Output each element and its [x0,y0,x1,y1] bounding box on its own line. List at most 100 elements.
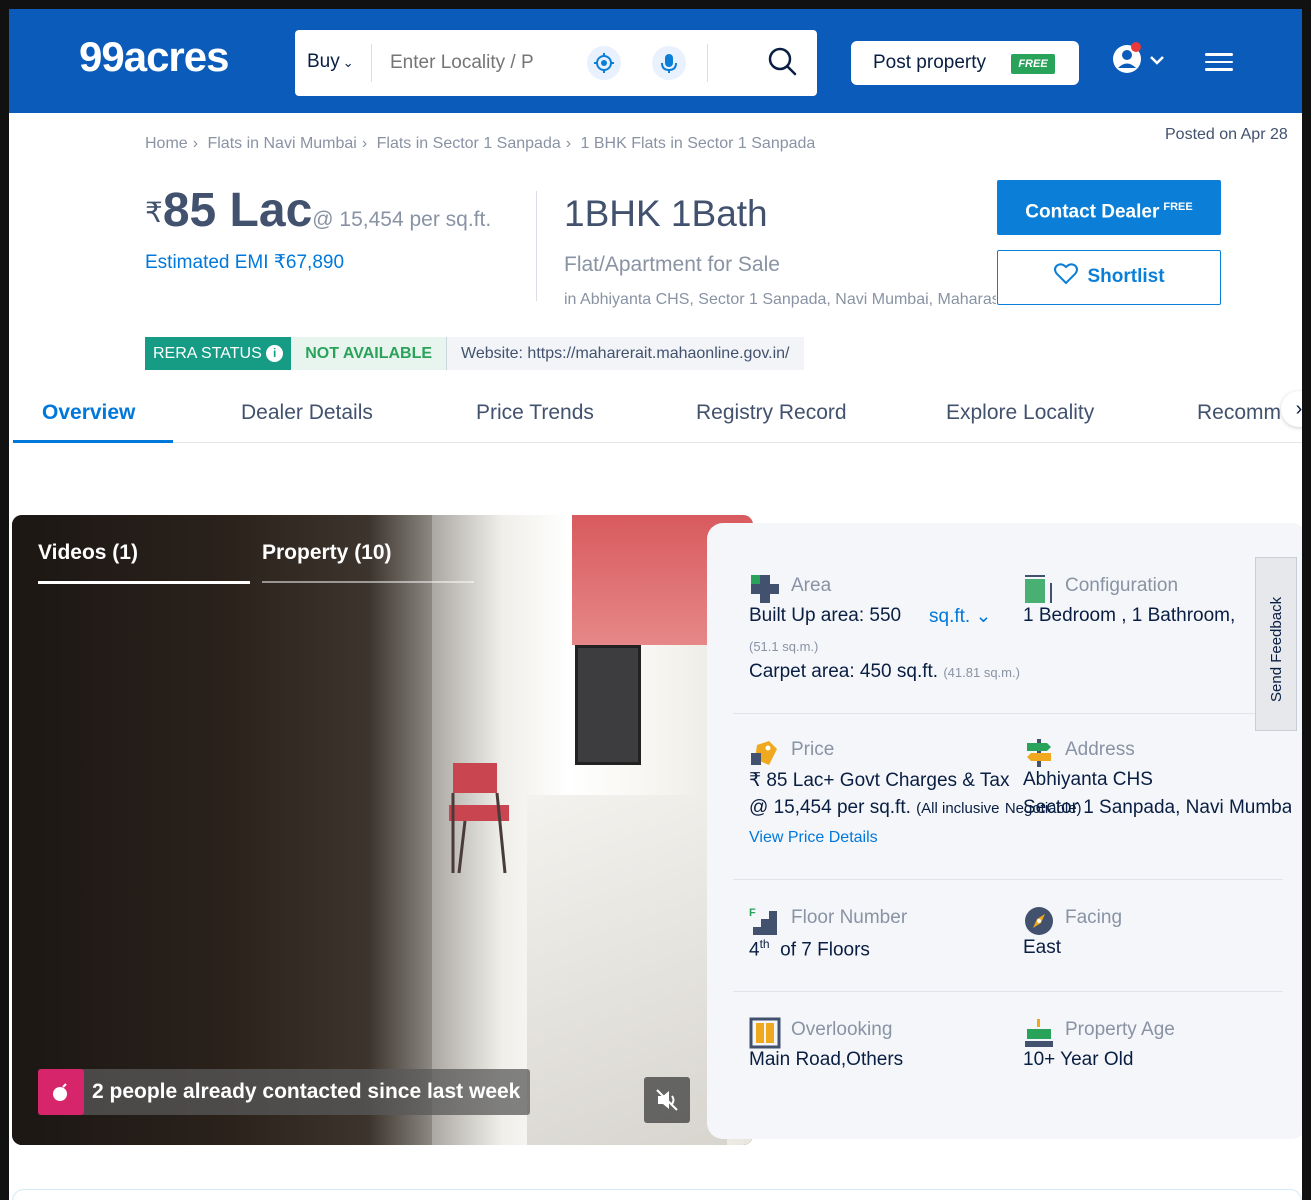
property-age-icon [1023,1017,1055,1049]
estimated-emi-link[interactable]: Estimated EMI ₹67,890 [145,251,344,274]
tab-recommendations[interactable]: Recomm [1197,401,1283,425]
mute-icon[interactable] [644,1077,690,1123]
buy-dropdown[interactable]: Buy ⌄ [307,51,354,73]
overlooking-value: Main Road,Others [749,1049,904,1070]
address-signpost-icon [1023,737,1055,769]
media-gallery[interactable]: Videos (1) Property (10) 2 people alread… [12,515,753,1145]
tab-explore-locality[interactable]: Explore Locality [946,401,1094,425]
floor-value: 4th of 7 Floors [749,937,870,961]
contact-dealer-label: Contact Dealer [1025,201,1160,223]
price-divider [536,191,537,301]
area-icon [749,573,781,605]
area-unit-dropdown[interactable]: sq.ft. ⌄ [929,605,991,628]
price-inclusive: (All inclusive [916,800,1000,817]
price-per-sqft: @ 15,454 per sq.ft. [312,208,492,231]
property-age-value: 10+ Year Old [1023,1049,1134,1070]
area-unit-label: sq.ft. [929,606,971,627]
free-badge: FREE [1011,54,1055,74]
built-up-area-value: Built Up area: 550 [749,605,902,626]
currency-symbol: ₹ [145,197,163,228]
top-header: 99acres Buy⌄ Post property FREE [9,9,1302,113]
media-tab-indicator [38,581,250,584]
post-property-label: Post property [873,52,986,73]
property-details-card: Area Built Up area: 550 sq.ft. ⌄ (51.1 s… [707,523,1302,1139]
details-divider-2 [733,879,1283,880]
media-tab-underline [262,581,474,583]
location-target-icon[interactable] [587,46,621,80]
svg-text:F: F [749,907,756,919]
info-icon[interactable]: i [266,345,284,362]
shortlist-button[interactable]: Shortlist [997,250,1221,305]
contacted-banner: 2 people already contacted since last we… [38,1069,531,1115]
address-line1: Abhiyanta CHS [1023,769,1153,790]
video-chair [445,755,525,875]
tab-registry-record[interactable]: Registry Record [696,401,847,425]
carpet-sqm: (41.81 sq.m.) [943,665,1020,680]
carpet-area-value: Carpet area: 450 sq.ft. [749,661,939,682]
breadcrumb-1bhk-flats[interactable]: 1 BHK Flats in Sector 1 Sanpada [581,135,816,152]
rera-status-tag: RERA STATUS i [145,337,292,370]
site-logo[interactable]: 99acres [79,33,229,81]
floor-number: 4 [749,939,760,961]
address-label: Address [1065,739,1135,760]
tab-price-trends[interactable]: Price Trends [476,401,594,425]
tab-videos[interactable]: Videos (1) [38,541,138,565]
price-value: ₹ 85 Lac+ Govt Charges & Tax [749,770,1010,791]
chevron-down-icon: ⌄ [975,606,992,627]
configuration-value: 1 Bedroom , 1 Bathroom, [1023,605,1236,626]
tab-dealer-details[interactable]: Dealer Details [241,401,373,425]
floor-label: Floor Number [791,907,908,928]
locality-search-input[interactable] [390,48,560,78]
built-up-sqm: (51.1 sq.m.) [749,639,819,654]
details-divider-3 [733,991,1283,992]
contact-dealer-button[interactable]: Contact Dealer FREE [997,180,1221,235]
area-label: Area [791,575,832,596]
breadcrumb-flats-sector1[interactable]: Flats in Sector 1 Sanpada [377,135,561,152]
configuration-label: Configuration [1065,575,1179,596]
post-property-button[interactable]: Post property FREE [851,41,1079,85]
chevron-down-icon: ⌄ [342,55,354,70]
breadcrumb-home[interactable]: Home [145,135,188,152]
search-divider-2 [707,44,708,82]
facing-label: Facing [1065,907,1123,928]
shortlist-label: Shortlist [1087,266,1165,287]
property-type: Flat/Apartment for Sale [564,253,780,276]
floor-number-icon: F [749,905,781,937]
tab-overview[interactable]: Overview [42,401,135,425]
contacted-text: 2 people already contacted since last we… [92,1080,521,1103]
view-price-details-link[interactable]: View Price Details [749,829,878,847]
price-per-value: @ 15,454 per sq.ft. [749,797,911,818]
chevron-right-icon[interactable]: › [1281,391,1302,427]
facing-value: East [1023,937,1062,958]
posted-date: Posted on Apr 28 [1165,126,1288,143]
overlooking-label: Overlooking [791,1019,893,1040]
breadcrumb-flats-navi-mumbai[interactable]: Flats in Navi Mumbai [207,135,356,152]
microphone-icon[interactable] [652,46,686,80]
media-tabs: Videos (1) Property (10) [12,515,753,595]
compass-icon [1023,905,1055,937]
property-age-label: Property Age [1065,1019,1175,1040]
active-tab-indicator [13,440,173,443]
floor-suffix: th [759,937,770,951]
rera-website: Website: https://maharerait.mahaonline.g… [446,337,804,370]
video-table [527,795,727,1145]
user-menu[interactable] [1109,39,1169,79]
heart-icon [1053,255,1079,307]
hamburger-menu-icon[interactable] [1205,53,1233,73]
details-divider-1 [733,713,1283,714]
bomb-icon [38,1069,84,1115]
search-divider [371,44,372,82]
search-icon[interactable] [765,44,801,80]
send-feedback-tab[interactable]: Send Feedback [1255,557,1297,731]
video-tv [575,645,641,765]
price-amount: 85 Lac [162,184,313,237]
bhk-config: 1BHK 1Bath [564,193,768,234]
price-label: Price [791,739,835,760]
section-tabs: Overview Dealer Details Price Trends Reg… [13,381,1302,443]
buy-label: Buy [307,51,340,72]
send-feedback-label: Send Feedback [1268,596,1285,702]
carpet-area: Carpet area: 450 sq.ft. (41.81 sq.m.) [749,661,1020,683]
tab-property-photos[interactable]: Property (10) [262,541,392,565]
address-line2: Sector 1 Sanpada, Navi Mumbai [1023,797,1291,818]
built-up-area: Built Up area: 550 [749,605,901,627]
